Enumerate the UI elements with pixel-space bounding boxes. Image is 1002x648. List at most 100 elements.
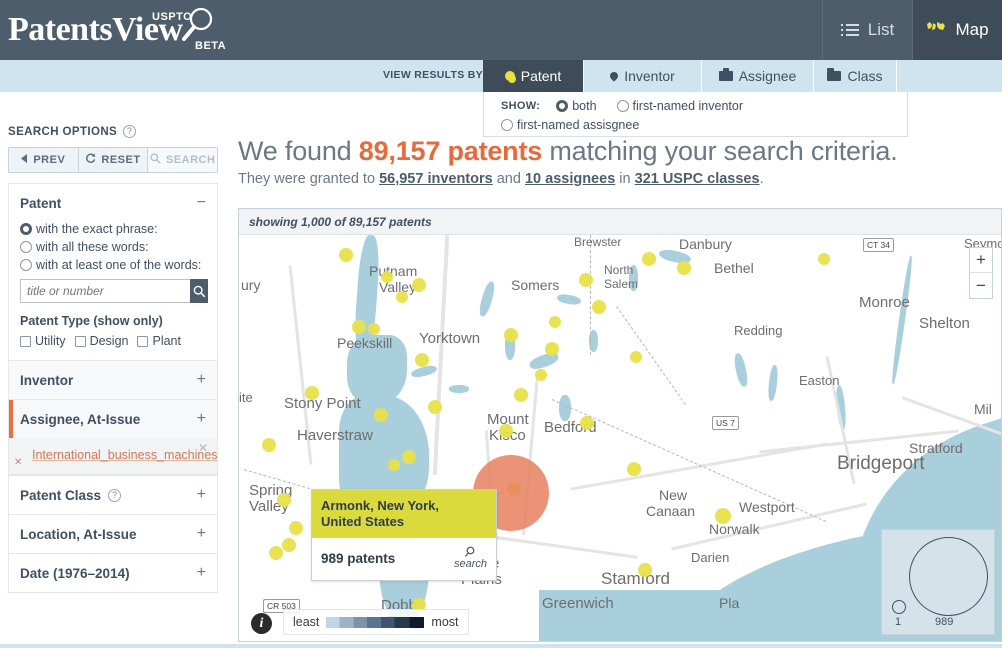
collapse-toggle-patent[interactable]: − bbox=[197, 194, 206, 212]
show-label: SHOW: bbox=[501, 100, 541, 112]
filter-header-inventor[interactable]: Inventor + bbox=[9, 361, 217, 399]
patent-location-dot[interactable] bbox=[580, 416, 594, 430]
filter-header-location[interactable]: Location, At-Issue + bbox=[9, 515, 217, 553]
patent-location-dot[interactable] bbox=[282, 538, 296, 552]
tab-assignee[interactable]: Assignee bbox=[702, 60, 814, 92]
show-option-first-named-assignee[interactable]: first-named assisgnee bbox=[501, 118, 639, 132]
filter-title-patent-class: Patent Class bbox=[20, 487, 102, 503]
patent-location-dot[interactable] bbox=[818, 253, 830, 265]
filter-panel-patent: Patent − with the exact phrase: with all… bbox=[9, 184, 217, 361]
radio-any-words[interactable] bbox=[20, 259, 32, 271]
map-label: ite bbox=[239, 390, 253, 405]
chip-remove-icon-left[interactable]: ✕ bbox=[14, 457, 22, 468]
expand-toggle-location[interactable]: + bbox=[197, 525, 206, 543]
link-assignees[interactable]: 10 assignees bbox=[525, 171, 615, 187]
question-icon-patent-class[interactable]: ? bbox=[108, 488, 122, 502]
expand-toggle-assignee[interactable]: + bbox=[197, 410, 206, 428]
patent-location-dot[interactable] bbox=[504, 328, 518, 342]
patent-location-dot[interactable] bbox=[339, 248, 353, 262]
assignee-chip-text[interactable]: International_business_machines bbox=[20, 448, 218, 462]
patent-location-dot[interactable] bbox=[499, 424, 513, 438]
patentsview-logo[interactable]: PatentsView USPTO BETA bbox=[8, 7, 226, 52]
radio-first-named-assignee[interactable] bbox=[501, 119, 513, 131]
map-color-legend: least most bbox=[283, 609, 469, 635]
expand-toggle-date[interactable]: + bbox=[197, 564, 206, 582]
patent-location-dot[interactable] bbox=[402, 450, 416, 464]
patent-location-dot[interactable] bbox=[269, 546, 283, 560]
map-info-icon[interactable]: i bbox=[251, 613, 272, 634]
map-container[interactable]: showing 1,000 of 89,157 patents CT 34 US… bbox=[238, 208, 1002, 642]
radio-both[interactable] bbox=[556, 100, 569, 112]
radio-option-any-words[interactable]: with at least one of the words: bbox=[20, 258, 206, 272]
patent-location-dot[interactable] bbox=[262, 438, 276, 452]
patent-location-dot[interactable] bbox=[305, 386, 319, 400]
patent-location-dot[interactable] bbox=[412, 278, 426, 292]
radio-exact-phrase[interactable] bbox=[20, 223, 32, 235]
patent-location-dot[interactable] bbox=[630, 351, 642, 363]
radio-first-named-inventor[interactable] bbox=[616, 100, 629, 112]
patent-location-dot[interactable] bbox=[677, 261, 691, 275]
tab-class[interactable]: Class bbox=[814, 60, 897, 92]
patent-location-dot[interactable] bbox=[277, 493, 291, 507]
filter-title-location: Location, At-Issue bbox=[20, 526, 137, 542]
patent-location-dot[interactable] bbox=[396, 291, 408, 303]
zoom-in-button[interactable]: + bbox=[970, 248, 992, 273]
radio-all-words[interactable] bbox=[20, 241, 32, 253]
patent-location-dot[interactable] bbox=[415, 353, 429, 367]
search-button[interactable]: SEARCH bbox=[148, 148, 217, 172]
view-map-button[interactable]: Map bbox=[912, 0, 1002, 60]
patent-location-dot[interactable] bbox=[545, 342, 559, 356]
checkbox-option-utility[interactable]: Utility bbox=[20, 334, 66, 348]
map-label: Darien bbox=[691, 550, 730, 565]
patent-location-dot[interactable] bbox=[368, 323, 380, 335]
chip-remove-icon-top[interactable]: ✕ bbox=[198, 441, 208, 455]
patent-location-dot[interactable] bbox=[549, 316, 561, 328]
patent-location-dot[interactable] bbox=[388, 459, 400, 471]
checkbox-plant[interactable] bbox=[137, 335, 149, 347]
patent-location-dot[interactable] bbox=[627, 462, 641, 476]
patent-location-dot[interactable] bbox=[535, 369, 547, 381]
title-or-number-input[interactable] bbox=[20, 279, 190, 303]
zoom-out-button[interactable]: − bbox=[970, 273, 992, 298]
tooltip-search-action[interactable]: search bbox=[454, 546, 487, 570]
filter-header-date[interactable]: Date (1976–2014) + bbox=[9, 554, 217, 592]
patent-location-dot[interactable] bbox=[381, 271, 393, 283]
checkbox-utility[interactable] bbox=[20, 335, 31, 347]
patent-location-dot[interactable] bbox=[289, 521, 303, 535]
filter-title-inventor: Inventor bbox=[20, 372, 74, 388]
link-uspc-classes[interactable]: 321 USPC classes bbox=[635, 171, 760, 187]
show-option-first-named-inventor[interactable]: first-named inventor bbox=[616, 99, 743, 113]
view-list-label: List bbox=[867, 20, 895, 39]
radio-option-exact-phrase[interactable]: with the exact phrase: bbox=[20, 222, 206, 236]
patent-location-dot[interactable] bbox=[592, 300, 606, 314]
patent-location-dot[interactable] bbox=[352, 320, 366, 334]
patent-location-dot[interactable] bbox=[374, 408, 388, 422]
title-search-button[interactable] bbox=[190, 279, 208, 303]
filter-header-assignee[interactable]: Assignee, At-Issue + bbox=[9, 400, 217, 438]
expand-toggle-inventor[interactable]: + bbox=[197, 371, 206, 389]
patent-location-dot[interactable] bbox=[428, 400, 442, 414]
tab-inventor[interactable]: Inventor bbox=[584, 60, 702, 92]
filter-header-patent-class[interactable]: Patent Class ? + bbox=[9, 476, 217, 514]
question-icon[interactable]: ? bbox=[123, 125, 137, 138]
checkbox-option-design[interactable]: Design bbox=[74, 334, 128, 348]
map-canvas[interactable]: CT 34 US 7 CR 503 ury Putnam Valley Somers Nor… bbox=[239, 235, 1001, 641]
bottom-strip bbox=[0, 644, 1002, 648]
radio-option-all-words[interactable]: with all these words: bbox=[20, 240, 206, 254]
link-inventors[interactable]: 56,957 inventors bbox=[379, 171, 493, 187]
patent-location-dot[interactable] bbox=[514, 388, 528, 402]
reset-button[interactable]: RESET bbox=[79, 148, 149, 172]
checkbox-design[interactable] bbox=[74, 335, 86, 347]
checkbox-option-plant[interactable]: Plant bbox=[137, 334, 181, 348]
patent-location-dot[interactable] bbox=[579, 273, 593, 287]
patent-location-dot[interactable] bbox=[638, 563, 652, 577]
patent-location-dot[interactable] bbox=[642, 252, 656, 266]
expand-toggle-patent-class[interactable]: + bbox=[197, 486, 206, 504]
tab-patent[interactable]: Patent bbox=[483, 60, 584, 92]
map-tooltip[interactable]: Armonk, New York, United States 989 pate… bbox=[311, 489, 497, 581]
filter-header-patent[interactable]: Patent − bbox=[9, 184, 217, 222]
view-list-button[interactable]: List bbox=[822, 0, 912, 60]
prev-button[interactable]: PREV bbox=[9, 148, 79, 172]
show-option-both[interactable]: both bbox=[556, 99, 597, 113]
patent-location-dot[interactable] bbox=[715, 508, 731, 524]
